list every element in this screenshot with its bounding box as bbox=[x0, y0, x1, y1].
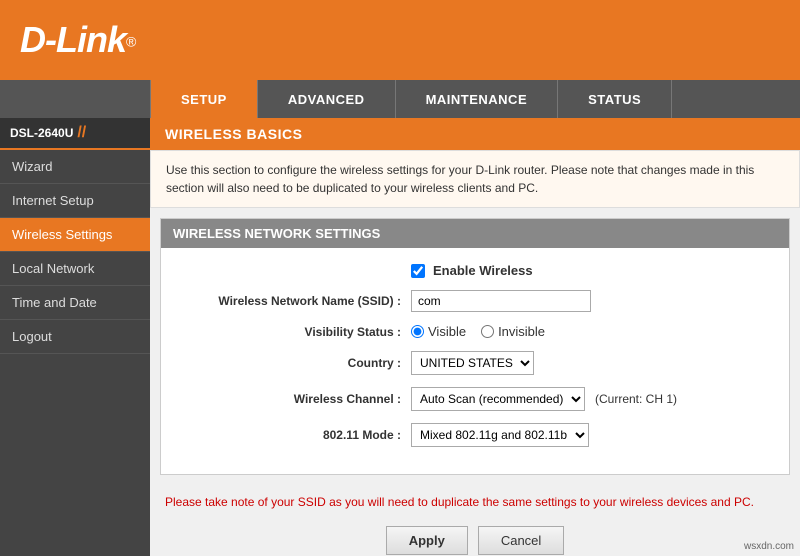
channel-control: Auto Scan (recommended) (Current: CH 1) bbox=[411, 387, 769, 411]
visibility-invisible-text: Invisible bbox=[498, 324, 545, 339]
logo-trademark: ® bbox=[126, 34, 136, 50]
settings-section-header: WIRELESS NETWORK SETTINGS bbox=[161, 219, 789, 248]
watermark: wsxdn.com bbox=[744, 541, 794, 552]
section-title: WIRELESS BASICS bbox=[150, 118, 800, 150]
visibility-visible-text: Visible bbox=[428, 324, 466, 339]
sidebar-item-time-date[interactable]: Time and Date bbox=[0, 286, 150, 320]
visibility-invisible-radio[interactable] bbox=[481, 325, 494, 338]
cancel-button[interactable]: Cancel bbox=[478, 526, 564, 555]
visibility-visible-label[interactable]: Visible bbox=[411, 324, 466, 339]
country-label: Country : bbox=[181, 356, 411, 370]
mode-row: 802.11 Mode : Mixed 802.11g and 802.11b bbox=[181, 423, 769, 447]
sidebar-item-local-network[interactable]: Local Network bbox=[0, 252, 150, 286]
info-box: Use this section to configure the wirele… bbox=[150, 150, 800, 208]
device-slash: // bbox=[77, 124, 86, 142]
visibility-label: Visibility Status : bbox=[181, 325, 411, 339]
content-area: WIRELESS BASICS Use this section to conf… bbox=[150, 118, 800, 556]
device-label: DSL-2640U // bbox=[0, 118, 150, 150]
enable-wireless-label: Enable Wireless bbox=[433, 263, 533, 278]
warning-text: Please take note of your SSID as you wil… bbox=[150, 485, 800, 516]
settings-section: WIRELESS NETWORK SETTINGS Enable Wireles… bbox=[160, 218, 790, 475]
visibility-control: Visible Invisible bbox=[411, 324, 769, 339]
visibility-invisible-label[interactable]: Invisible bbox=[481, 324, 545, 339]
ssid-control bbox=[411, 290, 769, 312]
logo-text: D-Link bbox=[20, 19, 126, 60]
sidebar-item-logout[interactable]: Logout bbox=[0, 320, 150, 354]
enable-wireless-checkbox[interactable] bbox=[411, 264, 425, 278]
mode-control: Mixed 802.11g and 802.11b bbox=[411, 423, 769, 447]
header: D-Link® bbox=[0, 0, 800, 80]
mode-select[interactable]: Mixed 802.11g and 802.11b bbox=[411, 423, 589, 447]
device-name: DSL-2640U bbox=[10, 126, 73, 140]
nav-tabs: SETUP ADVANCED MAINTENANCE STATUS bbox=[0, 80, 800, 118]
ssid-label: Wireless Network Name (SSID) : bbox=[181, 294, 411, 308]
tab-status[interactable]: STATUS bbox=[558, 80, 672, 118]
logo: D-Link® bbox=[20, 19, 136, 61]
visibility-visible-radio[interactable] bbox=[411, 325, 424, 338]
buttons-area: Apply Cancel bbox=[150, 516, 800, 556]
tab-setup[interactable]: SETUP bbox=[150, 80, 258, 118]
info-text: Use this section to configure the wirele… bbox=[166, 163, 754, 195]
country-select[interactable]: UNITED STATES bbox=[411, 351, 534, 375]
country-row: Country : UNITED STATES bbox=[181, 351, 769, 375]
ssid-input[interactable] bbox=[411, 290, 591, 312]
channel-row: Wireless Channel : Auto Scan (recommende… bbox=[181, 387, 769, 411]
form-area: Enable Wireless Wireless Network Name (S… bbox=[161, 248, 789, 474]
channel-label: Wireless Channel : bbox=[181, 392, 411, 406]
apply-button[interactable]: Apply bbox=[386, 526, 468, 555]
country-control: UNITED STATES bbox=[411, 351, 769, 375]
channel-select[interactable]: Auto Scan (recommended) bbox=[411, 387, 585, 411]
sidebar: DSL-2640U // Wizard Internet Setup Wirele… bbox=[0, 118, 150, 556]
ssid-row: Wireless Network Name (SSID) : bbox=[181, 290, 769, 312]
sidebar-item-internet-setup[interactable]: Internet Setup bbox=[0, 184, 150, 218]
sidebar-item-wireless-settings[interactable]: Wireless Settings bbox=[0, 218, 150, 252]
tab-advanced[interactable]: ADVANCED bbox=[258, 80, 396, 118]
main-layout: DSL-2640U // Wizard Internet Setup Wirele… bbox=[0, 118, 800, 556]
mode-label: 802.11 Mode : bbox=[181, 428, 411, 442]
sidebar-item-wizard[interactable]: Wizard bbox=[0, 150, 150, 184]
visibility-row: Visibility Status : Visible Invisible bbox=[181, 324, 769, 339]
tab-maintenance[interactable]: MAINTENANCE bbox=[396, 80, 559, 118]
enable-wireless-row: Enable Wireless bbox=[181, 263, 769, 278]
channel-current: (Current: CH 1) bbox=[595, 392, 677, 406]
